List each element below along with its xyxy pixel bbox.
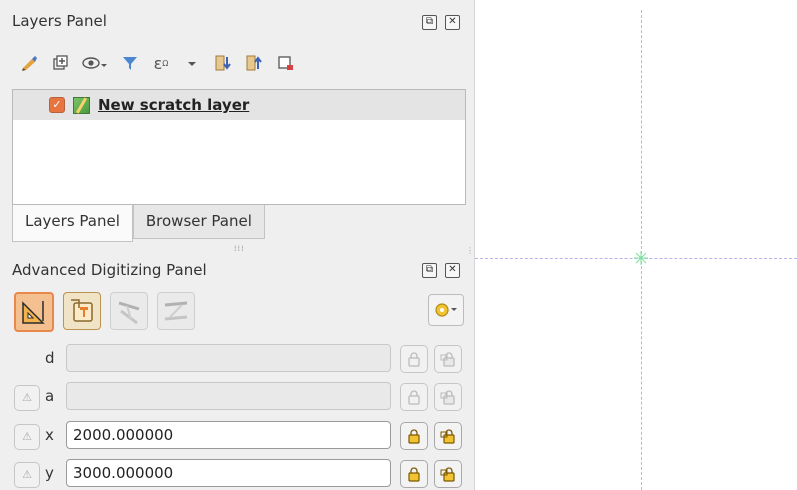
advanced-digitizing-window-controls: ⧉ ✕ (422, 263, 460, 278)
relative-y-button[interactable]: ⚠ (14, 462, 40, 488)
expression-filter-icon[interactable]: εΩ (152, 54, 170, 73)
style-brush-icon[interactable] (20, 54, 38, 72)
close-icon[interactable]: ✕ (445, 263, 460, 278)
splitter-handle[interactable]: ⁞⁞⁞ (234, 244, 245, 253)
lock-distance-button[interactable] (400, 345, 428, 373)
float-icon[interactable]: ⧉ (422, 15, 437, 30)
lock-icon (408, 390, 420, 405)
remove-layer-icon[interactable] (276, 54, 294, 72)
dock-tabs: Layers Panel Browser Panel (12, 205, 265, 242)
layer-visibility-checkbox[interactable]: ✓ (49, 97, 65, 113)
relative-x-button[interactable]: ⚠ (14, 424, 40, 450)
layers-panel-title: Layers Panel (12, 12, 107, 30)
perpendicular-icon (164, 301, 188, 321)
cursor-crosshair-icon (634, 251, 648, 265)
layer-tree[interactable]: ✓ New scratch layer (12, 89, 466, 205)
y-row: ⚠ y (14, 459, 464, 489)
filter-icon[interactable] (121, 54, 139, 72)
distance-field[interactable] (66, 344, 391, 372)
dropdown-arrow-icon[interactable] (183, 54, 201, 72)
parallel-button[interactable] (110, 292, 148, 330)
expand-all-icon[interactable] (214, 54, 232, 72)
angle-row: ⚠ a (14, 382, 464, 412)
y-field[interactable] (66, 459, 391, 487)
layer-name[interactable]: New scratch layer (98, 96, 249, 114)
collapse-all-icon[interactable] (245, 54, 263, 72)
field-label-y: y (45, 464, 54, 482)
tab-layers-panel[interactable]: Layers Panel (12, 205, 133, 242)
advanced-digitizing-title: Advanced Digitizing Panel (12, 261, 207, 279)
visibility-eye-icon[interactable] (82, 54, 108, 72)
lock-angle-button[interactable] (400, 383, 428, 411)
lock-x-button[interactable] (400, 422, 428, 450)
field-label-a: a (45, 387, 55, 405)
dock-panel: Layers Panel ⧉ ✕ εΩ ✓ New scratch layer … (0, 0, 475, 490)
lock-icon (408, 467, 420, 482)
field-label-x: x (45, 426, 54, 444)
tab-browser-panel[interactable]: Browser Panel (132, 205, 265, 239)
parallel-icon (118, 301, 140, 325)
advanced-digitizing-tools (14, 292, 195, 332)
construction-mode-button[interactable] (63, 292, 101, 330)
x-field[interactable] (66, 421, 391, 449)
repeat-lock-x-button[interactable] (434, 422, 462, 450)
layer-row[interactable]: ✓ New scratch layer (13, 90, 465, 120)
repeating-lock-icon (440, 467, 455, 482)
perpendicular-button[interactable] (157, 292, 195, 330)
distance-row: d (14, 344, 464, 374)
layers-toolbar: εΩ (20, 54, 294, 73)
lock-icon (408, 352, 420, 367)
x-row: ⚠ x (14, 421, 464, 451)
vector-line-layer-icon (73, 96, 90, 114)
lock-icon (408, 429, 420, 444)
crosshair-vertical (641, 10, 642, 490)
gear-icon (435, 303, 457, 317)
construction-mode-icon (71, 299, 93, 322)
float-icon[interactable]: ⧉ (422, 263, 437, 278)
relative-angle-button[interactable]: ⚠ (14, 385, 40, 411)
layers-panel-window-controls: ⧉ ✕ (422, 15, 460, 30)
lock-y-button[interactable] (400, 460, 428, 488)
repeat-lock-y-button[interactable] (434, 460, 462, 488)
repeating-lock-icon (440, 390, 455, 405)
repeat-lock-angle-button[interactable] (434, 383, 462, 411)
field-label-d: d (45, 349, 55, 367)
repeating-lock-icon (440, 429, 455, 444)
angle-field[interactable] (66, 382, 391, 410)
cad-enable-button[interactable] (14, 292, 54, 332)
map-canvas[interactable] (475, 0, 797, 490)
cad-enable-icon (22, 301, 45, 324)
close-icon[interactable]: ✕ (445, 15, 460, 30)
dock-resize-handle[interactable]: ⋮ (466, 246, 474, 255)
add-group-icon[interactable] (51, 54, 69, 72)
digitizing-settings-button[interactable] (428, 294, 464, 326)
repeat-lock-distance-button[interactable] (434, 345, 462, 373)
repeating-lock-icon (440, 352, 455, 367)
